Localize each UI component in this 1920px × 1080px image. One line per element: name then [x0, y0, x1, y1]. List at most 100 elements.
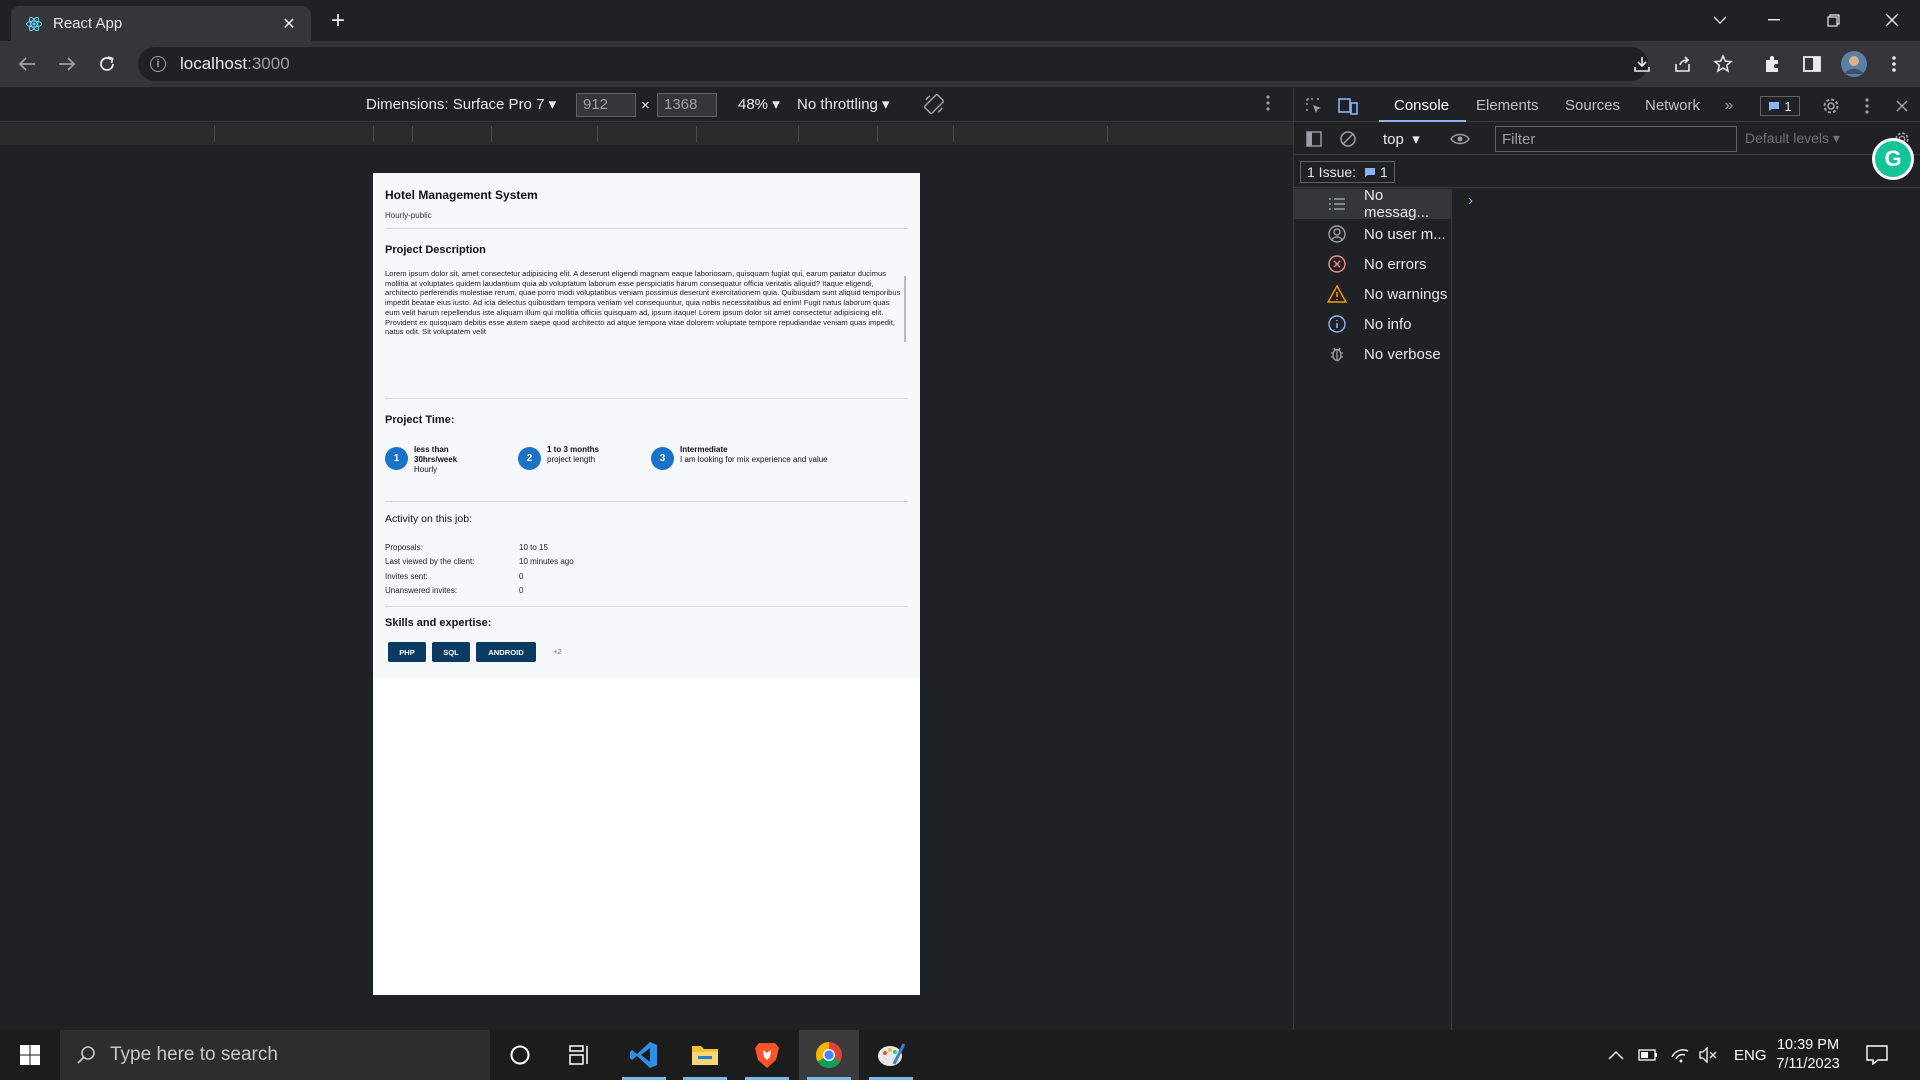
emulated-page: Hotel Management System Hourly-public Pr… — [373, 173, 920, 995]
device-toggle-icon[interactable] — [1337, 95, 1359, 117]
description-text[interactable]: Lorem ipsum dolor sit, amet consectetur … — [385, 269, 905, 381]
warning-icon — [1327, 284, 1347, 304]
share-icon[interactable] — [1671, 52, 1695, 76]
device-width-input[interactable]: 912 — [576, 93, 636, 117]
install-app-icon[interactable] — [1630, 52, 1654, 76]
minimize-icon[interactable] — [1746, 0, 1802, 40]
chrome-taskbar-icon[interactable] — [799, 1030, 859, 1080]
live-expression-eye-icon[interactable] — [1449, 128, 1471, 150]
ruler-segment — [373, 126, 374, 142]
skill-chip[interactable]: SQL — [432, 642, 470, 662]
sidebar-item-user-messages[interactable]: No user m... — [1294, 219, 1452, 249]
devtools-menu-icon[interactable] — [1856, 95, 1878, 117]
time-step: 3 Intermediate I am looking for mix exper… — [651, 445, 900, 470]
step-detail: Hourly — [414, 465, 438, 474]
language-indicator[interactable]: ENG — [1734, 1030, 1767, 1080]
paint-app-icon[interactable] — [861, 1030, 921, 1080]
context-selector[interactable]: top ▾ — [1383, 130, 1420, 148]
clear-console-icon[interactable] — [1337, 128, 1359, 150]
sidebar-item-errors[interactable]: No errors — [1294, 249, 1452, 279]
notifications-icon[interactable] — [1866, 1030, 1888, 1080]
console-toolbar: top ▾ Filter Default levels ▾ — [1294, 123, 1920, 155]
ruler-segment — [953, 126, 954, 142]
activity-label: Proposals: — [385, 543, 423, 552]
tab-search-icon[interactable] — [1692, 0, 1748, 40]
more-skills-link[interactable]: +2 — [553, 647, 562, 656]
time-step: 1 less than 30hrs/week Hourly — [385, 445, 489, 475]
side-panel-icon[interactable] — [1800, 52, 1824, 76]
description-scrollbar[interactable] — [904, 276, 906, 342]
site-info-icon[interactable]: i — [150, 56, 166, 72]
skill-chip[interactable]: ANDROID — [476, 642, 536, 662]
task-view-icon[interactable] — [550, 1030, 610, 1080]
issues-label: 1 Issue: — [1307, 164, 1357, 180]
issues-button[interactable]: 1 Issue: 1 — [1300, 161, 1395, 183]
tab-network[interactable]: Network — [1645, 97, 1700, 114]
profile-avatar[interactable] — [1840, 50, 1868, 78]
more-tabs-icon[interactable]: » — [1718, 95, 1740, 117]
expand-chevron-icon[interactable]: › — [1468, 192, 1473, 209]
taskbar-clock[interactable]: 10:39 PM 7/11/2023 — [1768, 1036, 1848, 1074]
console-sidebar: No messag... No user m... No errors No w… — [1294, 187, 1452, 1030]
console-filter-input[interactable]: Filter — [1495, 126, 1737, 152]
forward-icon[interactable] — [53, 50, 81, 78]
new-tab-icon[interactable]: + — [325, 8, 351, 34]
sidebar-item-verbose[interactable]: No verbose — [1294, 339, 1452, 369]
back-icon[interactable] — [13, 50, 41, 78]
chrome-menu-icon[interactable] — [1882, 52, 1906, 76]
file-explorer-icon[interactable] — [675, 1030, 735, 1080]
react-logo-icon — [26, 16, 42, 31]
activity-row: Proposals: 10 to 15 — [385, 543, 548, 552]
settings-gear-icon[interactable] — [1820, 95, 1842, 117]
brave-browser-icon[interactable] — [737, 1030, 797, 1080]
device-height-input[interactable]: 1368 — [657, 93, 717, 117]
tab-close-icon[interactable]: ✕ — [279, 14, 299, 34]
inspect-element-icon[interactable] — [1303, 95, 1325, 117]
issue-message-icon — [1365, 167, 1376, 177]
throttling-dropdown[interactable]: No throttling ▾ — [797, 95, 890, 113]
step-title: Intermediate — [680, 445, 728, 454]
show-hidden-icons[interactable] — [1608, 1030, 1624, 1080]
log-levels-dropdown[interactable]: Default levels ▾ — [1745, 130, 1840, 147]
skills-heading: Skills and expertise: — [385, 617, 492, 629]
start-button[interactable] — [0, 1030, 60, 1080]
vscode-icon[interactable] — [614, 1030, 674, 1080]
device-dimensions-dropdown[interactable]: Dimensions: Surface Pro 7 ▾ — [366, 95, 556, 113]
ruler-segment — [1107, 126, 1108, 142]
rotate-icon[interactable] — [922, 92, 946, 120]
restore-icon[interactable] — [1805, 0, 1861, 40]
tab-elements[interactable]: Elements — [1476, 97, 1539, 114]
sidebar-item-messages[interactable]: No messag... — [1294, 187, 1452, 221]
browser-tab[interactable]: React App ✕ — [11, 6, 311, 41]
taskbar-search-box[interactable]: Type here to search — [60, 1030, 490, 1080]
device-toolbar-menu-icon[interactable] — [1266, 95, 1270, 115]
volume-muted-icon[interactable] — [1698, 1030, 1718, 1080]
sidebar-toggle-icon[interactable] — [1303, 128, 1325, 150]
zoom-dropdown[interactable]: 48% ▾ — [738, 95, 780, 113]
ruler-segment — [798, 126, 799, 142]
ruler-segment — [412, 126, 413, 142]
tab-sources[interactable]: Sources — [1565, 97, 1620, 114]
cortana-icon[interactable] — [490, 1030, 550, 1080]
sidebar-item-info[interactable]: No info — [1294, 309, 1452, 339]
wifi-icon[interactable] — [1670, 1030, 1690, 1080]
battery-icon[interactable] — [1638, 1030, 1658, 1080]
close-window-icon[interactable] — [1864, 0, 1920, 40]
address-bar[interactable]: i localhost:3000 — [138, 47, 1648, 81]
issues-counter[interactable]: 1 — [1760, 96, 1800, 116]
extensions-icon[interactable] — [1760, 52, 1784, 76]
step-detail: I am looking for mix experience and valu… — [680, 455, 828, 464]
tab-console-label[interactable]: Console — [1394, 97, 1449, 114]
activity-label: Unanswered invites: — [385, 586, 458, 595]
ruler-segment — [214, 126, 215, 142]
project-time-heading: Project Time: — [385, 414, 455, 426]
close-devtools-icon[interactable] — [1891, 95, 1913, 117]
step-number: 1 — [385, 447, 408, 470]
reload-icon[interactable] — [93, 50, 121, 78]
media-query-ruler[interactable] — [0, 123, 1293, 145]
bookmark-star-icon[interactable] — [1711, 52, 1735, 76]
skill-chip[interactable]: PHP — [388, 642, 426, 662]
clock-date: 7/11/2023 — [1776, 1056, 1840, 1072]
grammarly-icon[interactable]: G — [1872, 138, 1914, 180]
sidebar-item-warnings[interactable]: No warnings — [1294, 279, 1452, 309]
